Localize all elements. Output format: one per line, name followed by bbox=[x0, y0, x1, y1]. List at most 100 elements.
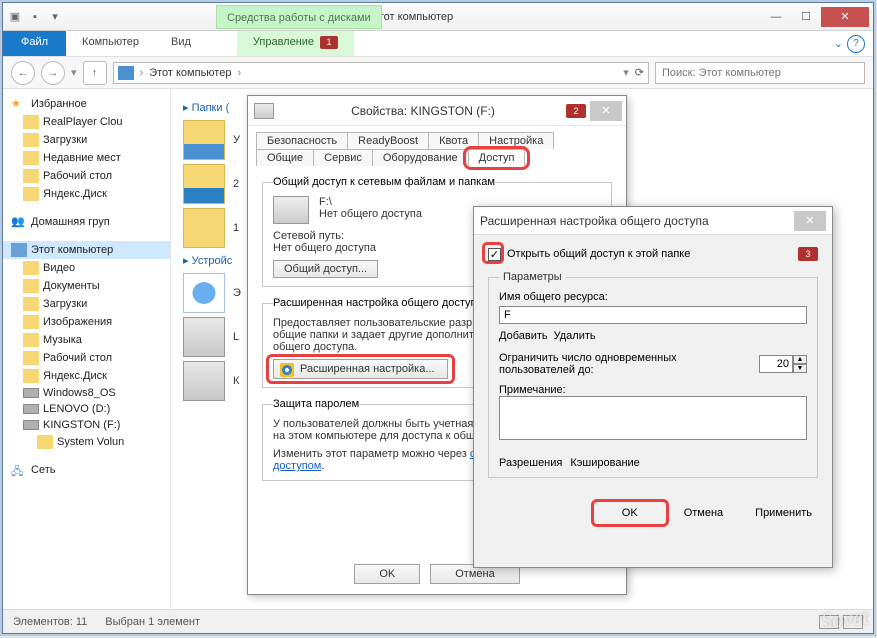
folder-icon bbox=[183, 208, 225, 248]
share-name-input[interactable] bbox=[499, 306, 807, 324]
nav-network[interactable]: 🖧Сеть bbox=[3, 461, 170, 479]
share-folder-checkbox[interactable]: ✓ bbox=[488, 248, 501, 261]
nav-item[interactable]: Недавние мест bbox=[3, 149, 170, 167]
up-button[interactable]: ↑ bbox=[83, 61, 107, 85]
network-icon: 🖧 bbox=[11, 463, 27, 477]
share-button[interactable]: Общий доступ... bbox=[273, 260, 378, 278]
adv-apply-button[interactable]: Применить bbox=[745, 504, 822, 522]
adv-ok-button[interactable]: OK bbox=[598, 504, 662, 522]
tab-tools[interactable]: Сервис bbox=[313, 149, 373, 166]
contextual-tab-label: Средства работы с дисками bbox=[216, 5, 382, 29]
spin-up-icon[interactable]: ▲ bbox=[793, 355, 807, 364]
folder-icon: ▣ bbox=[7, 9, 23, 25]
annotation-badge-3: 3 bbox=[798, 247, 818, 261]
nav-homegroup[interactable]: 👥Домашняя груп bbox=[3, 213, 170, 231]
folder-icon bbox=[183, 120, 225, 160]
quick-access-toolbar: ▣ ▪ ▾ bbox=[7, 9, 63, 25]
annotation-badge-1: 1 bbox=[320, 36, 338, 49]
folder-icon bbox=[23, 133, 39, 147]
nav-item[interactable]: Яндекс.Диск bbox=[3, 367, 170, 385]
share-folder-label: Открыть общий доступ к этой папке bbox=[507, 248, 690, 260]
remove-button[interactable]: Удалить bbox=[554, 330, 596, 342]
advanced-sharing-dialog: Расширенная настройка общего доступа ✕ ✓… bbox=[473, 206, 833, 568]
star-icon: ★ bbox=[11, 97, 27, 111]
nav-item[interactable]: Яндекс.Диск bbox=[3, 185, 170, 203]
nav-item[interactable]: Загрузки bbox=[3, 295, 170, 313]
close-button[interactable]: ✕ bbox=[821, 7, 869, 27]
drive-icon bbox=[183, 317, 225, 357]
drive-icon bbox=[23, 404, 39, 414]
share-status: Нет общего доступа bbox=[319, 208, 422, 220]
nav-this-pc[interactable]: Этот компьютер bbox=[3, 241, 170, 259]
ribbon-expand-icon[interactable]: ⌄ bbox=[834, 37, 843, 50]
tab-security[interactable]: Безопасность bbox=[256, 132, 348, 149]
dialog-title: Свойства: KINGSTON (F:) bbox=[280, 104, 566, 118]
drive-icon bbox=[23, 420, 39, 430]
nav-item[interactable]: Загрузки bbox=[3, 131, 170, 149]
nav-item[interactable]: KINGSTON (F:) bbox=[3, 417, 170, 433]
folder-icon bbox=[183, 164, 225, 204]
tab-view[interactable]: Вид bbox=[155, 31, 207, 56]
tab-computer[interactable]: Компьютер bbox=[66, 31, 155, 56]
refresh-icon[interactable]: ⟳ bbox=[629, 66, 644, 79]
minimize-button[interactable]: — bbox=[761, 7, 791, 27]
folder-icon bbox=[37, 435, 53, 449]
drive-icon bbox=[23, 388, 39, 398]
drive-icon bbox=[183, 361, 225, 401]
nav-item[interactable]: LENOVO (D:) bbox=[3, 401, 170, 417]
nav-item[interactable]: Изображения bbox=[3, 313, 170, 331]
props-ok-button[interactable]: OK bbox=[354, 564, 420, 584]
nav-item[interactable]: Рабочий стол bbox=[3, 349, 170, 367]
adv-dialog-title: Расширенная настройка общего доступа bbox=[480, 214, 794, 228]
nav-item[interactable]: Рабочий стол bbox=[3, 167, 170, 185]
share-name-label: Имя общего ресурса: bbox=[499, 291, 807, 303]
address-bar[interactable]: › Этот компьютер › ▾ ⟳ bbox=[113, 62, 649, 84]
folder-icon bbox=[23, 297, 39, 311]
folder-icon bbox=[23, 115, 39, 129]
tab-general[interactable]: Общие bbox=[256, 149, 314, 166]
permissions-button[interactable]: Разрешения bbox=[499, 457, 562, 469]
note-label: Примечание: bbox=[499, 384, 807, 396]
back-button[interactable]: ← bbox=[11, 61, 35, 85]
qat-dropdown-icon[interactable]: ▾ bbox=[47, 9, 63, 25]
pc-icon bbox=[11, 243, 27, 257]
drive-path: F:\ bbox=[319, 196, 422, 208]
help-icon[interactable]: ? bbox=[847, 35, 865, 53]
nav-favorites[interactable]: ★Избранное bbox=[3, 95, 170, 113]
adv-close-button[interactable]: ✕ bbox=[794, 211, 826, 231]
nav-item[interactable]: Музыка bbox=[3, 331, 170, 349]
nav-item[interactable]: RealPlayer Clou bbox=[3, 113, 170, 131]
folder-icon bbox=[23, 333, 39, 347]
tab-readyboost[interactable]: ReadyBoost bbox=[347, 132, 429, 149]
add-button[interactable]: Добавить bbox=[499, 330, 548, 342]
maximize-button[interactable]: ☐ bbox=[791, 7, 821, 27]
tab-sharing[interactable]: Доступ bbox=[468, 149, 526, 166]
user-limit-spinner[interactable]: ▲▼ bbox=[759, 355, 807, 373]
adv-cancel-button[interactable]: Отмена bbox=[670, 504, 737, 522]
file-tab[interactable]: Файл bbox=[3, 31, 66, 56]
caching-button[interactable]: Кэширование bbox=[570, 457, 639, 469]
tab-hardware[interactable]: Оборудование bbox=[372, 149, 469, 166]
nav-item[interactable]: Документы bbox=[3, 277, 170, 295]
history-dropdown-icon[interactable]: ▾ bbox=[71, 66, 77, 79]
drive-icon bbox=[254, 103, 274, 119]
annotation-badge-2: 2 bbox=[566, 104, 586, 118]
props-icon[interactable]: ▪ bbox=[27, 9, 43, 25]
spin-down-icon[interactable]: ▼ bbox=[793, 364, 807, 373]
share-params-group: Параметры Имя общего ресурса: Добавить У… bbox=[488, 271, 818, 478]
pc-icon bbox=[118, 66, 134, 80]
folder-icon bbox=[23, 169, 39, 183]
folder-icon bbox=[23, 151, 39, 165]
forward-button[interactable]: → bbox=[41, 61, 65, 85]
note-textarea[interactable] bbox=[499, 396, 807, 440]
folder-icon bbox=[23, 315, 39, 329]
nav-item[interactable]: System Volun bbox=[3, 433, 170, 451]
nav-item[interactable]: Видео bbox=[3, 259, 170, 277]
dialog-close-button[interactable]: ✕ bbox=[590, 101, 622, 121]
window-title: Этот компьютер bbox=[63, 11, 761, 23]
folder-icon bbox=[23, 279, 39, 293]
search-input[interactable] bbox=[655, 62, 865, 84]
advanced-sharing-button[interactable]: Расширенная настройка... bbox=[273, 359, 448, 379]
tab-manage[interactable]: Управление1 bbox=[237, 31, 354, 56]
nav-item[interactable]: Windows8_OS bbox=[3, 385, 170, 401]
